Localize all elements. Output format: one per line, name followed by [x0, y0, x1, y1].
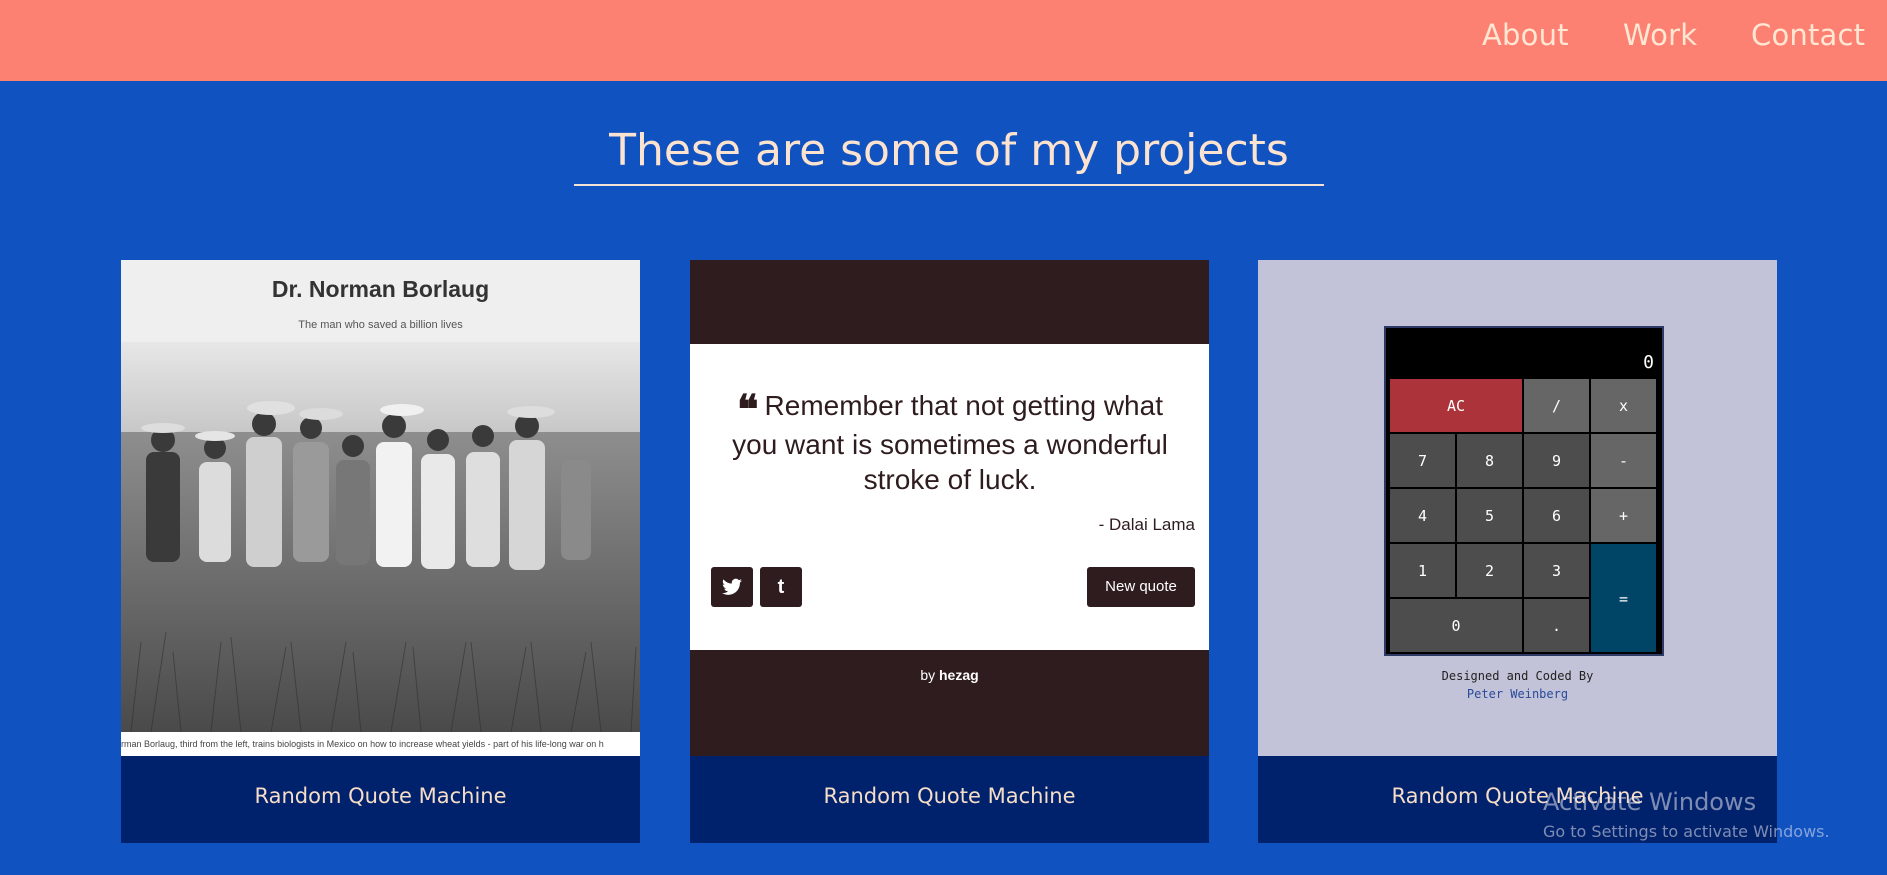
nav-link-about[interactable]: About: [1482, 18, 1569, 52]
credit-prefix: by: [920, 667, 939, 683]
project-card-1[interactable]: Dr. Norman Borlaug The man who saved a b…: [121, 260, 640, 843]
calc-key-four[interactable]: 4: [1389, 488, 1456, 543]
calc-key-five[interactable]: 5: [1456, 488, 1523, 543]
project-preview-1[interactable]: Dr. Norman Borlaug The man who saved a b…: [121, 260, 640, 756]
project-caption-2[interactable]: Random Quote Machine: [690, 756, 1209, 843]
quote-text-block: ❝ Remember that not getting what you want…: [730, 388, 1170, 497]
project-card-3[interactable]: 0 AC / x 7 8 9- 4 5 6 +1 2 3 = 0. Designed and Coded …: [1258, 260, 1777, 843]
nav-link-contact[interactable]: Contact: [1751, 18, 1865, 52]
project-preview-2[interactable]: ❝ Remember that not getting what you want…: [690, 260, 1209, 756]
twitter-share-button[interactable]: [711, 567, 753, 607]
quote-mark-icon: ❝: [737, 386, 759, 433]
project-preview-3[interactable]: 0 AC / x 7 8 9- 4 5 6 +1 2 3 = 0. Designed and Coded …: [1258, 260, 1777, 756]
windows-activation-watermark: Activate Windows Go to Settings to activ…: [1543, 788, 1830, 841]
calc-key-seven[interactable]: 7: [1389, 433, 1456, 488]
nav-link-work[interactable]: Work: [1623, 18, 1697, 52]
credit-line: Designed and Coded By: [1441, 669, 1594, 683]
author-credit: by hezag: [690, 667, 1209, 683]
calc-key-clear[interactable]: AC: [1389, 378, 1523, 433]
calc-key-divide[interactable]: /: [1523, 378, 1590, 433]
quote-text: Remember that not getting what you want …: [732, 390, 1168, 495]
calc-key-eight[interactable]: 8: [1456, 433, 1523, 488]
watermark-subtitle: Go to Settings to activate Windows.: [1543, 822, 1830, 841]
calc-key-zero[interactable]: 0: [1389, 598, 1523, 653]
calc-key-multiply[interactable]: x: [1590, 378, 1657, 433]
credit-link[interactable]: hezag: [939, 667, 979, 683]
top-nav: About Work Contact: [0, 0, 1887, 81]
calc-key-six[interactable]: 6: [1523, 488, 1590, 543]
calc-key-one[interactable]: 1: [1389, 543, 1456, 598]
wheat-field-photo: [121, 342, 640, 732]
preview-title: Dr. Norman Borlaug: [271, 276, 490, 302]
quote-author: - Dalai Lama: [1098, 515, 1195, 534]
project-card-2[interactable]: ❝ Remember that not getting what you want…: [690, 260, 1209, 843]
watermark-title: Activate Windows: [1543, 788, 1757, 816]
calc-key-subtract[interactable]: -: [1590, 433, 1657, 488]
calc-key-decimal[interactable]: .: [1523, 598, 1590, 653]
calculator-display: 0: [1643, 352, 1654, 373]
calc-key-three[interactable]: 3: [1523, 543, 1590, 598]
photo-caption: rman Borlaug, third from the left, train…: [121, 732, 640, 756]
new-quote-button[interactable]: New quote: [1087, 567, 1195, 607]
calculator: 0 AC / x 7 8 9- 4 5 6 +1 2 3 = 0.: [1384, 326, 1664, 656]
calc-key-equals[interactable]: =: [1590, 543, 1657, 653]
calc-key-add[interactable]: +: [1590, 488, 1657, 543]
calculator-credit: Designed and Coded By Peter Weinberg: [1258, 667, 1777, 703]
preview-subtitle: The man who saved a billion lives: [298, 319, 463, 331]
calc-key-two[interactable]: 2: [1456, 543, 1523, 598]
twitter-icon: [722, 578, 742, 595]
calc-key-nine[interactable]: 9: [1523, 433, 1590, 488]
tumblr-share-button[interactable]: t: [760, 567, 802, 607]
project-caption-1[interactable]: Random Quote Machine: [121, 756, 640, 843]
projects-heading: These are some of my projects: [574, 122, 1324, 186]
credit-author-link[interactable]: Peter Weinberg: [1258, 685, 1777, 703]
